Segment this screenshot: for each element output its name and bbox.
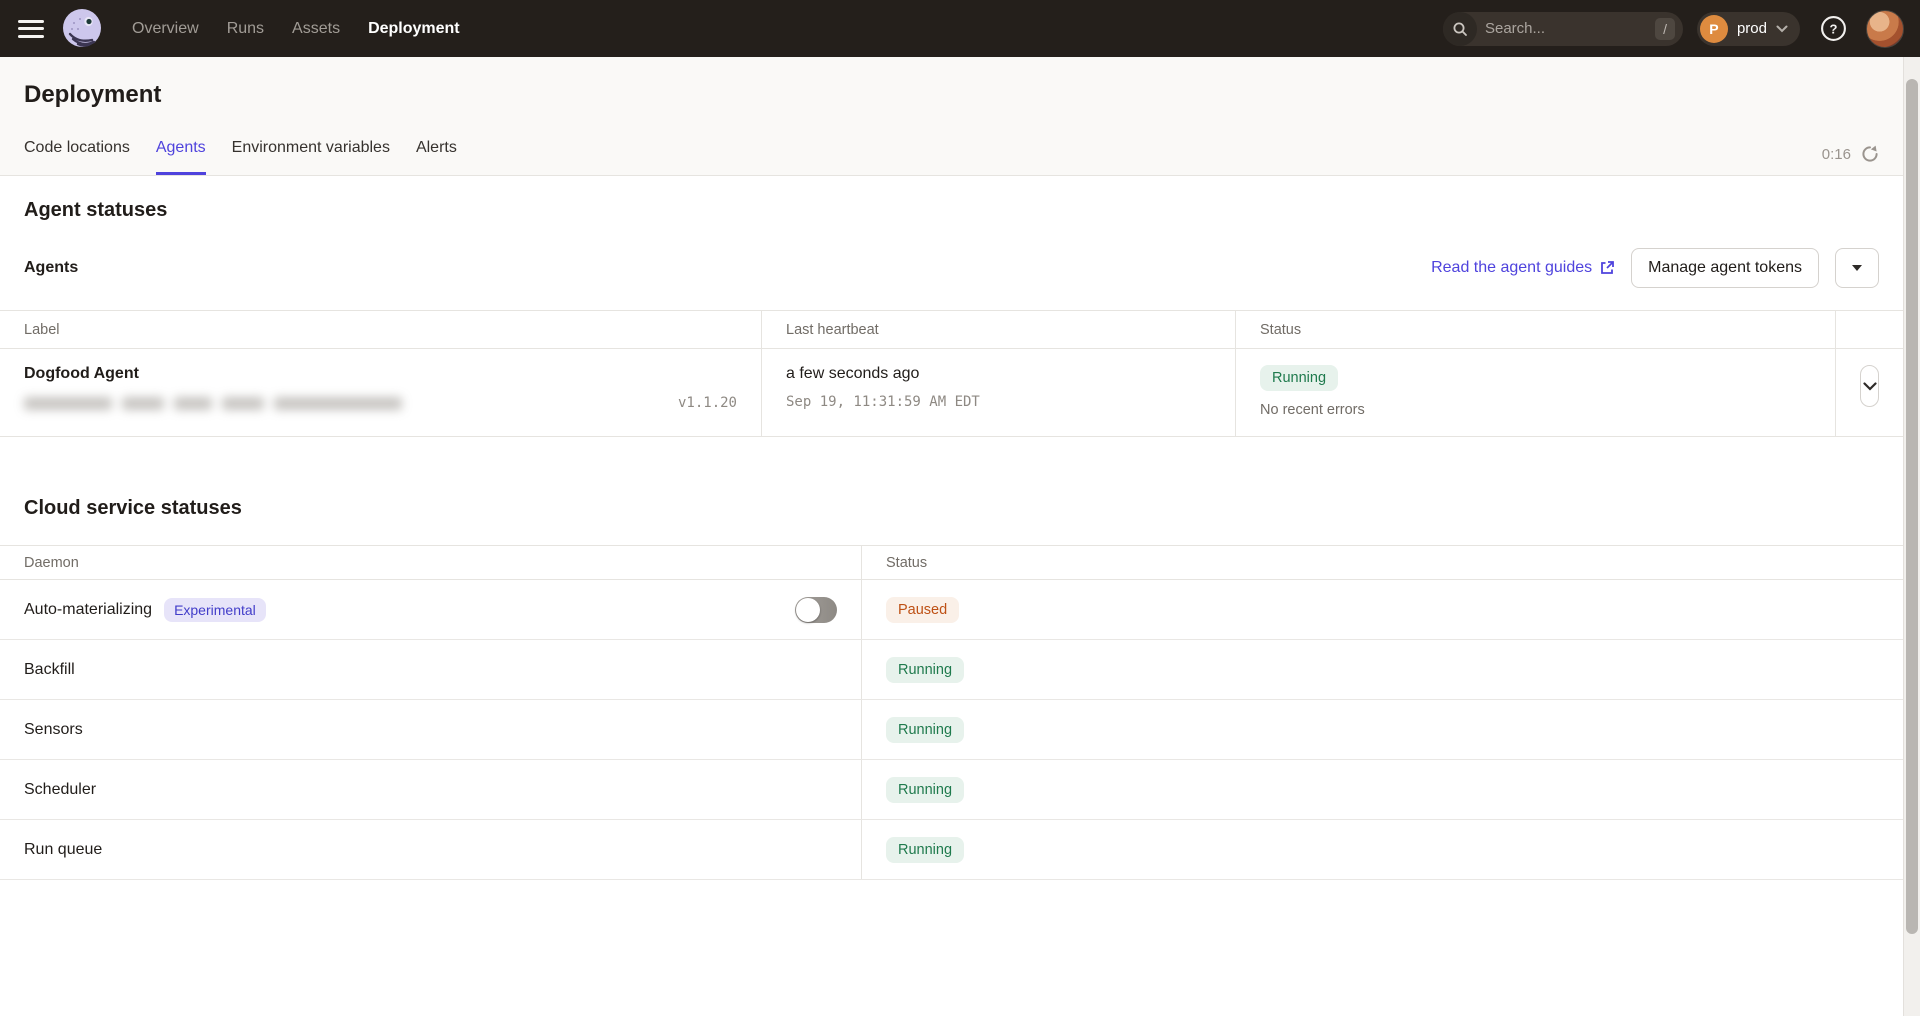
- experimental-badge: Experimental: [164, 598, 266, 622]
- daemon-status-badge: Running: [886, 717, 964, 743]
- search-placeholder: Search...: [1485, 20, 1655, 37]
- deployment-name: prod: [1737, 20, 1767, 37]
- nav-item-assets[interactable]: Assets: [292, 20, 340, 38]
- agent-id-redacted: [24, 397, 402, 410]
- primary-nav: Overview Runs Assets Deployment: [132, 20, 460, 38]
- column-header-daemon-status: Status: [862, 546, 1903, 579]
- daemon-name: Scheduler: [24, 781, 96, 799]
- daemon-name: Run queue: [24, 841, 102, 859]
- scrollbar-thumb[interactable]: [1906, 79, 1918, 934]
- chevron-down-icon: [1863, 382, 1877, 391]
- nav-item-deployment[interactable]: Deployment: [368, 20, 460, 38]
- tab-environment-variables[interactable]: Environment variables: [232, 139, 390, 175]
- daemon-name: Sensors: [24, 721, 83, 739]
- tab-agents[interactable]: Agents: [156, 139, 206, 175]
- agent-guides-link-label: Read the agent guides: [1431, 259, 1592, 277]
- daemon-row-backfill: Backfill Running: [0, 640, 1903, 700]
- column-header-status: Status: [1236, 311, 1836, 348]
- column-header-daemon: Daemon: [0, 546, 862, 579]
- deployment-switcher[interactable]: P prod: [1697, 12, 1800, 46]
- search-icon: [1443, 12, 1477, 46]
- agents-subheading: Agents: [24, 259, 78, 277]
- agent-status-note: No recent errors: [1260, 402, 1811, 418]
- agent-row: Dogfood Agent v1.1.20 a few seconds ago …: [0, 349, 1903, 436]
- tab-code-locations[interactable]: Code locations: [24, 139, 130, 175]
- manage-agent-tokens-button[interactable]: Manage agent tokens: [1631, 248, 1819, 288]
- page-header: Deployment Code locations Agents Environ…: [0, 57, 1903, 176]
- deployment-initial-badge: P: [1700, 15, 1728, 43]
- daemon-status-badge: Running: [886, 777, 964, 803]
- daemon-row-auto-materializing: Auto-materializing Experimental Paused: [0, 580, 1903, 640]
- refresh-countdown: 0:16: [1822, 146, 1851, 163]
- nav-item-overview[interactable]: Overview: [132, 20, 199, 38]
- daemon-name: Backfill: [24, 661, 75, 679]
- heartbeat-timestamp: Sep 19, 11:31:59 AM EDT: [786, 394, 1211, 410]
- heartbeat-relative-time: a few seconds ago: [786, 365, 1211, 383]
- daemon-status-badge: Running: [886, 657, 964, 683]
- agents-table: Label Last heartbeat Status Dogfood Agen…: [0, 310, 1903, 437]
- agent-row-expand-button[interactable]: [1860, 365, 1879, 407]
- column-header-last-heartbeat: Last heartbeat: [762, 311, 1236, 348]
- daemon-row-scheduler: Scheduler Running: [0, 760, 1903, 820]
- cloud-service-statuses-heading: Cloud service statuses: [24, 497, 1879, 520]
- agent-status-badge: Running: [1260, 365, 1338, 391]
- help-icon[interactable]: ?: [1818, 14, 1848, 44]
- agent-actions-dropdown-button[interactable]: [1835, 248, 1879, 288]
- daemon-status-badge: Paused: [886, 597, 959, 623]
- auto-materializing-toggle[interactable]: [795, 597, 837, 623]
- refresh-icon[interactable]: [1861, 145, 1879, 163]
- column-header-expand: [1836, 311, 1903, 348]
- chevron-down-icon: [1776, 25, 1788, 33]
- agent-statuses-heading: Agent statuses: [24, 176, 1879, 222]
- daemon-name: Auto-materializing: [24, 601, 152, 619]
- tab-alerts[interactable]: Alerts: [416, 139, 457, 175]
- caret-down-icon: [1852, 265, 1862, 271]
- menu-icon[interactable]: [18, 20, 44, 38]
- vertical-scrollbar: [1903, 57, 1920, 1016]
- top-navigation-bar: Overview Runs Assets Deployment Search..…: [0, 0, 1920, 57]
- daemon-row-sensors: Sensors Running: [0, 700, 1903, 760]
- app-logo-octopus-icon[interactable]: [60, 7, 104, 51]
- cloud-service-table: Daemon Status Auto-materializing Experim…: [0, 545, 1903, 880]
- deployment-tabs: Code locations Agents Environment variab…: [24, 139, 457, 175]
- user-avatar[interactable]: [1866, 10, 1904, 48]
- agent-name: Dogfood Agent: [24, 365, 737, 383]
- search-shortcut-key: /: [1655, 18, 1675, 40]
- page-title: Deployment: [24, 81, 1879, 109]
- external-link-icon: [1599, 260, 1615, 276]
- daemon-row-run-queue: Run queue Running: [0, 820, 1903, 880]
- agent-version: v1.1.20: [678, 395, 737, 411]
- nav-item-runs[interactable]: Runs: [227, 20, 264, 38]
- agent-guides-link[interactable]: Read the agent guides: [1431, 259, 1615, 277]
- column-header-label: Label: [0, 311, 762, 348]
- svg-text:?: ?: [1829, 21, 1837, 36]
- search-input[interactable]: Search... /: [1443, 12, 1683, 46]
- daemon-status-badge: Running: [886, 837, 964, 863]
